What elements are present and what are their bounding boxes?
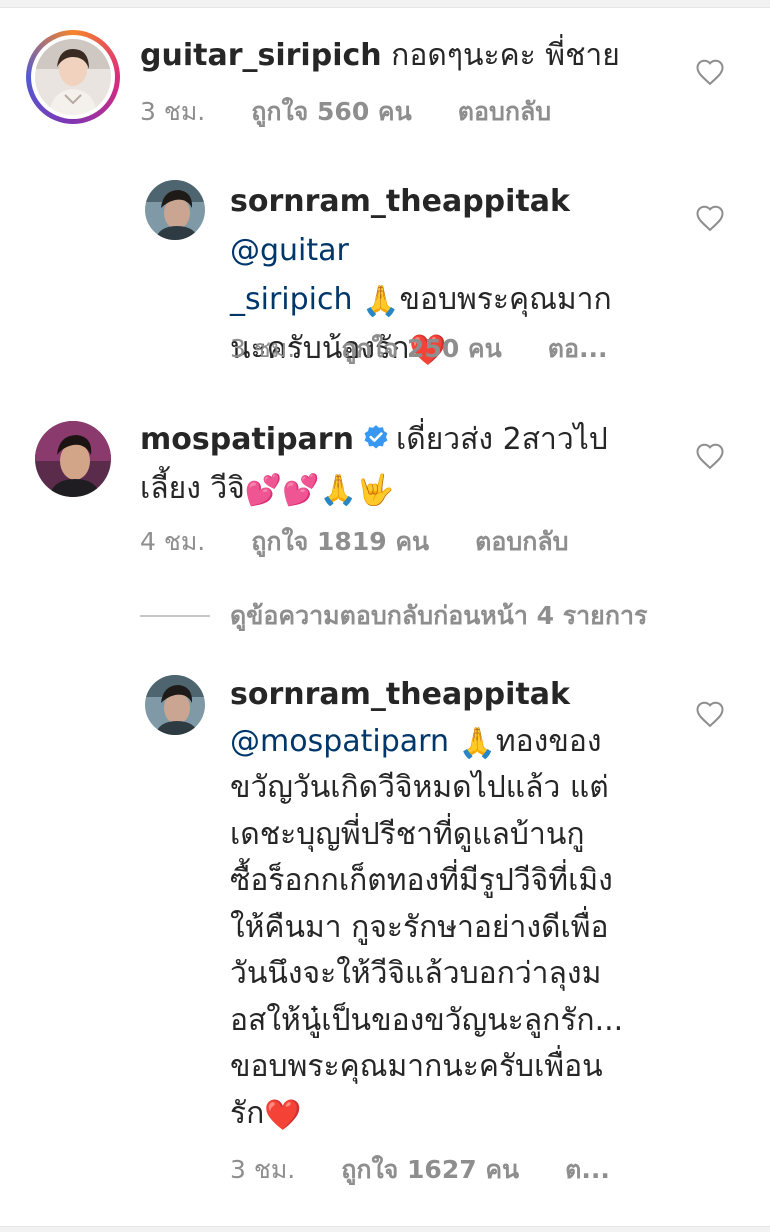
replies-divider-line [140, 615, 210, 617]
pray-emoji: 🙏 [362, 284, 400, 319]
avatar[interactable] [26, 30, 120, 124]
comment-meta: 3 ชม. ถูกใจ 250 คน ตอ... [230, 329, 645, 369]
pray-emoji: 🙏 [458, 725, 496, 761]
comment-meta: 3 ชม. ถูกใจ 1627 คน ต... [230, 1150, 648, 1190]
mention-link[interactable]: @mospatiparn [230, 724, 449, 759]
likes-count[interactable]: ถูกใจ 560 คน [251, 97, 412, 126]
reply-button[interactable]: ตอ... [548, 334, 608, 363]
heart-outline-icon[interactable] [695, 442, 725, 470]
bottom-divider [0, 1226, 770, 1232]
verified-badge-icon [364, 425, 388, 449]
comment-line: ทองของ [495, 723, 602, 759]
view-replies-label[interactable]: ดูข้อความตอบกลับก่อนหน้า 4 รายการ [230, 596, 647, 636]
view-previous-replies-button[interactable]: ดูข้อความตอบกลับก่อนหน้า 4 รายการ [140, 596, 647, 636]
comment-line: อสให้นู๋เป็นของขวัญนะลูกรัก... [230, 1002, 624, 1038]
heart-outline-icon[interactable] [695, 58, 725, 86]
comment-body: ขอบพระคุณมาก [399, 282, 612, 317]
likes-count[interactable]: ถูกใจ 250 คน [341, 334, 502, 363]
comment-line: ขอบพระคุณมากนะครับเพื่อน [230, 1049, 603, 1084]
heart-outline-icon[interactable] [695, 204, 725, 232]
avatar[interactable] [145, 675, 205, 735]
avatar-image [35, 39, 111, 115]
comment-text: guitar_siripich กอดๆนะคะ พี่ชาย [140, 31, 620, 80]
comment-body: กอดๆนะคะ พี่ชาย [391, 38, 620, 73]
reply-button[interactable]: ต... [565, 1155, 610, 1184]
comment-meta: 3 ชม. ถูกใจ 560 คน ตอบกลับ [140, 92, 589, 132]
avatar-image [145, 180, 205, 240]
comment-time: 3 ชม. [140, 97, 206, 126]
comment-body: เลี้ยง วีจิ [140, 471, 245, 506]
emoji-group: 💕💕🙏🤟 [244, 473, 395, 508]
avatar[interactable] [145, 180, 205, 240]
username[interactable]: sornram_theappitak [230, 184, 570, 219]
avatar-image [145, 675, 205, 735]
mention-link[interactable]: _siripich [230, 282, 353, 317]
red-heart-emoji: ❤️ [264, 1097, 302, 1133]
comment-time: 4 ชม. [140, 527, 206, 556]
avatar[interactable] [35, 421, 111, 497]
avatar-image [35, 421, 111, 497]
comment-line: ซื้อร็อกกเก็ตทองที่มีรูปวีจิที่เมิง [230, 863, 613, 898]
likes-count[interactable]: ถูกใจ 1819 คน [251, 527, 429, 556]
comment-line: รัก [230, 1095, 265, 1131]
comment-time: 3 ชม. [230, 1155, 296, 1184]
comment-text: mospatiparn เดี่ยวส่ง 2สาวไป เลี้ยง วีจิ… [140, 415, 620, 513]
comment-meta: 4 ชม. ถูกใจ 1819 คน ตอบกลับ [140, 522, 607, 562]
likes-count[interactable]: ถูกใจ 1627 คน [341, 1155, 519, 1184]
username[interactable]: sornram_theappitak [230, 677, 570, 712]
comment-text: sornram_theappitak @mospatiparn 🙏ทองของ … [230, 672, 680, 1137]
heart-outline-icon[interactable] [695, 700, 725, 728]
comment-line: ให้คืนมา กูจะรักษาอย่างดีเพื่อ [230, 909, 609, 945]
mention-link[interactable]: @guitar [230, 233, 349, 268]
top-divider [0, 0, 770, 8]
reply-button[interactable]: ตอบกลับ [458, 97, 551, 126]
comment-line: เดชะบุญพี่ปรีชาที่ดูแลบ้านกู [230, 816, 585, 852]
reply-button[interactable]: ตอบกลับ [475, 527, 568, 556]
comment-time: 3 ชม. [230, 334, 296, 363]
comment-line: วันนึงจะให้วีจิแล้วบอกว่าลุงม [230, 956, 602, 991]
comment-body: เดี่ยวส่ง 2สาวไป [395, 422, 608, 457]
username[interactable]: mospatiparn [140, 422, 354, 457]
username[interactable]: guitar_siripich [140, 38, 382, 73]
comment-line: ขวัญวันเกิดวีจิหมดไปแล้ว แต่ [230, 770, 609, 805]
